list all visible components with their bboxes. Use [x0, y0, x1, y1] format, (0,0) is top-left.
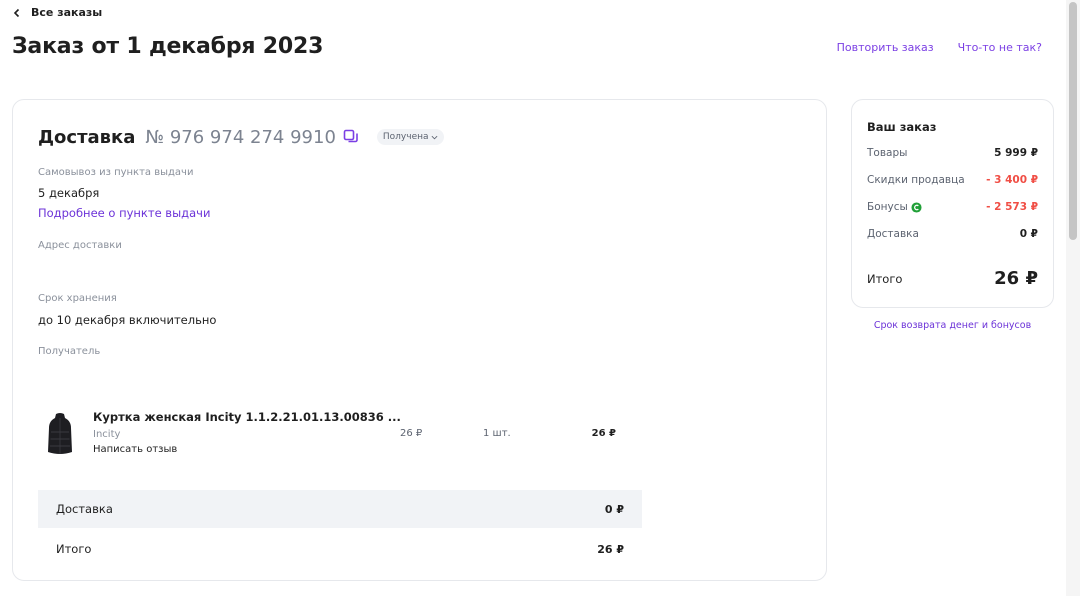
delivery-number: № 976 974 274 9910 — [145, 126, 336, 148]
delivery-cost-row: Доставка 0 ₽ — [38, 490, 642, 528]
chevron-down-icon — [431, 135, 437, 139]
item-price: 26 ₽ — [400, 428, 423, 439]
summary-bonus-label: Бонусы — [867, 201, 908, 213]
storage-label: Срок хранения — [38, 293, 117, 304]
item-quantity: 1 шт. — [483, 428, 511, 439]
summary-goods-row: Товары 5 999 ₽ — [867, 147, 1038, 159]
summary-goods-label: Товары — [867, 147, 908, 159]
order-actions: Повторить заказ Что-то не так? — [837, 41, 1042, 54]
total-label: Итого — [56, 542, 92, 556]
recipient-label: Получатель — [38, 346, 101, 357]
summary-total-value: 26 ₽ — [994, 268, 1038, 289]
page-title: Заказ от 1 декабря 2023 — [12, 34, 324, 59]
item-brand: Incity — [93, 429, 121, 440]
report-problem-link[interactable]: Что-то не так? — [958, 41, 1042, 54]
chevron-left-icon — [13, 8, 20, 17]
delivery-cost-label: Доставка — [56, 502, 113, 516]
order-item-row: Куртка женская Incity 1.1.2.21.01.13.008… — [38, 410, 638, 460]
pickup-label: Самовывоз из пункта выдачи — [38, 167, 194, 178]
refund-terms-link[interactable]: Срок возврата денег и бонусов — [851, 320, 1054, 331]
item-sum: 26 ₽ — [591, 428, 616, 439]
order-summary-card: Ваш заказ Товары 5 999 ₽ Скидки продавца… — [851, 99, 1054, 308]
summary-bonus-value: - 2 573 ₽ — [986, 201, 1038, 213]
scrollbar-thumb[interactable] — [1069, 2, 1077, 240]
pickup-date: 5 декабря — [38, 186, 100, 200]
summary-discount-label: Скидки продавца — [867, 174, 965, 186]
summary-discount-row: Скидки продавца - 3 400 ₽ — [867, 174, 1038, 186]
storage-value: до 10 декабря включительно — [38, 313, 217, 327]
page-scrollbar[interactable] — [1066, 0, 1080, 596]
summary-total-row: Итого 26 ₽ — [867, 268, 1038, 289]
item-name[interactable]: Куртка женская Incity 1.1.2.21.01.13.008… — [93, 410, 401, 424]
write-review-link[interactable]: Написать отзыв — [93, 444, 177, 455]
summary-delivery-label: Доставка — [867, 228, 919, 240]
copy-icon[interactable] — [343, 129, 359, 145]
summary-bonus-row: Бонусы - 2 573 ₽ — [867, 201, 1038, 213]
delivery-card: Доставка № 976 974 274 9910 Получена Сам… — [12, 99, 827, 581]
summary-delivery-row: Доставка 0 ₽ — [867, 228, 1038, 240]
summary-delivery-value: 0 ₽ — [1019, 228, 1038, 240]
status-badge[interactable]: Получена — [376, 129, 444, 145]
summary-total-label: Итого — [867, 271, 903, 286]
jacket-thumbnail[interactable] — [47, 412, 73, 456]
delivery-title: Доставка — [38, 126, 136, 148]
repeat-order-link[interactable]: Повторить заказ — [837, 41, 934, 54]
pickup-point-link[interactable]: Подробнее о пункте выдачи — [38, 206, 210, 220]
total-row: Итого 26 ₽ — [38, 530, 642, 568]
back-label: Все заказы — [31, 6, 103, 19]
summary-bonus-label-wrap: Бонусы — [867, 201, 922, 213]
summary-title: Ваш заказ — [867, 120, 937, 134]
status-text: Получена — [382, 132, 429, 142]
back-to-orders-link[interactable]: Все заказы — [12, 6, 102, 19]
summary-goods-value: 5 999 ₽ — [994, 147, 1038, 159]
total-value: 26 ₽ — [597, 542, 624, 556]
delivery-header: Доставка № 976 974 274 9910 Получена — [38, 125, 444, 149]
summary-discount-value: - 3 400 ₽ — [986, 174, 1038, 186]
delivery-cost-value: 0 ₽ — [604, 502, 624, 516]
bonus-icon — [911, 201, 922, 213]
address-label: Адрес доставки — [38, 240, 122, 251]
